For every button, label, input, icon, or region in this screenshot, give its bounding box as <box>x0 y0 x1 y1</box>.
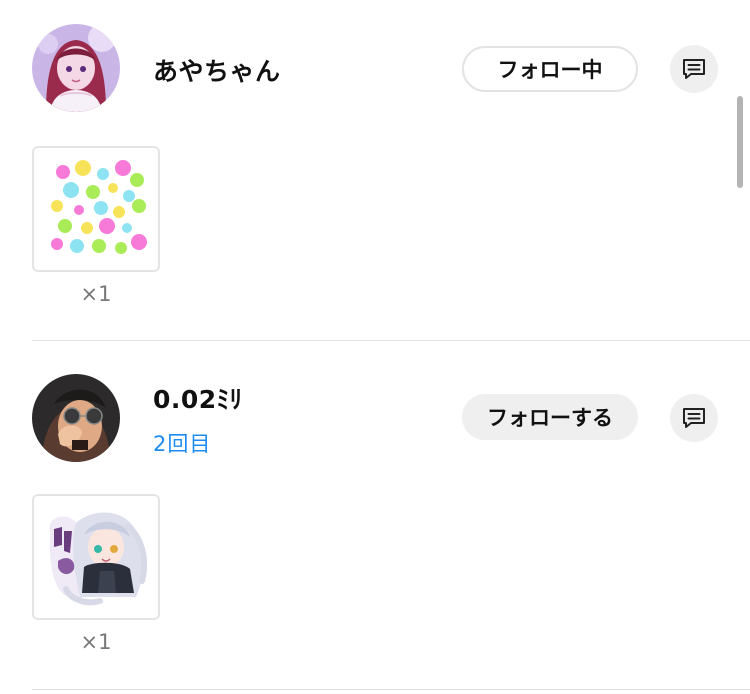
user-avatar[interactable] <box>32 24 120 112</box>
gift-quantity: ×1 <box>80 630 112 654</box>
supporter-list: あやちゃん フォロー中 ×1 0.02ﾐﾘ 2回目 フォローする ×1 <box>0 0 750 694</box>
follow-button[interactable]: フォローする <box>462 394 638 440</box>
gift-item[interactable] <box>32 146 160 272</box>
username[interactable]: あやちゃん <box>153 52 281 88</box>
user-avatar[interactable] <box>32 374 120 462</box>
message-icon <box>683 59 705 79</box>
message-button[interactable] <box>670 394 718 442</box>
username[interactable]: 0.02ﾐﾘ <box>153 380 243 416</box>
gift-item[interactable] <box>32 494 160 620</box>
message-button[interactable] <box>670 45 718 93</box>
hearts-sticker-icon <box>51 160 147 254</box>
scrollbar[interactable] <box>737 96 743 188</box>
divider <box>32 340 750 341</box>
avatar-girl-icon <box>32 24 120 112</box>
following-button[interactable]: フォロー中 <box>462 46 638 92</box>
chibi-sticker-icon <box>49 512 148 606</box>
supporter-entry: あやちゃん フォロー中 ×1 <box>0 0 750 344</box>
visit-count: 2回目 <box>153 432 212 456</box>
gift-quantity: ×1 <box>80 282 112 306</box>
message-icon <box>683 408 705 428</box>
supporter-entry: 0.02ﾐﾘ 2回目 フォローする ×1 <box>0 344 750 690</box>
divider <box>32 689 750 690</box>
avatar-sunglasses-icon <box>32 374 120 462</box>
